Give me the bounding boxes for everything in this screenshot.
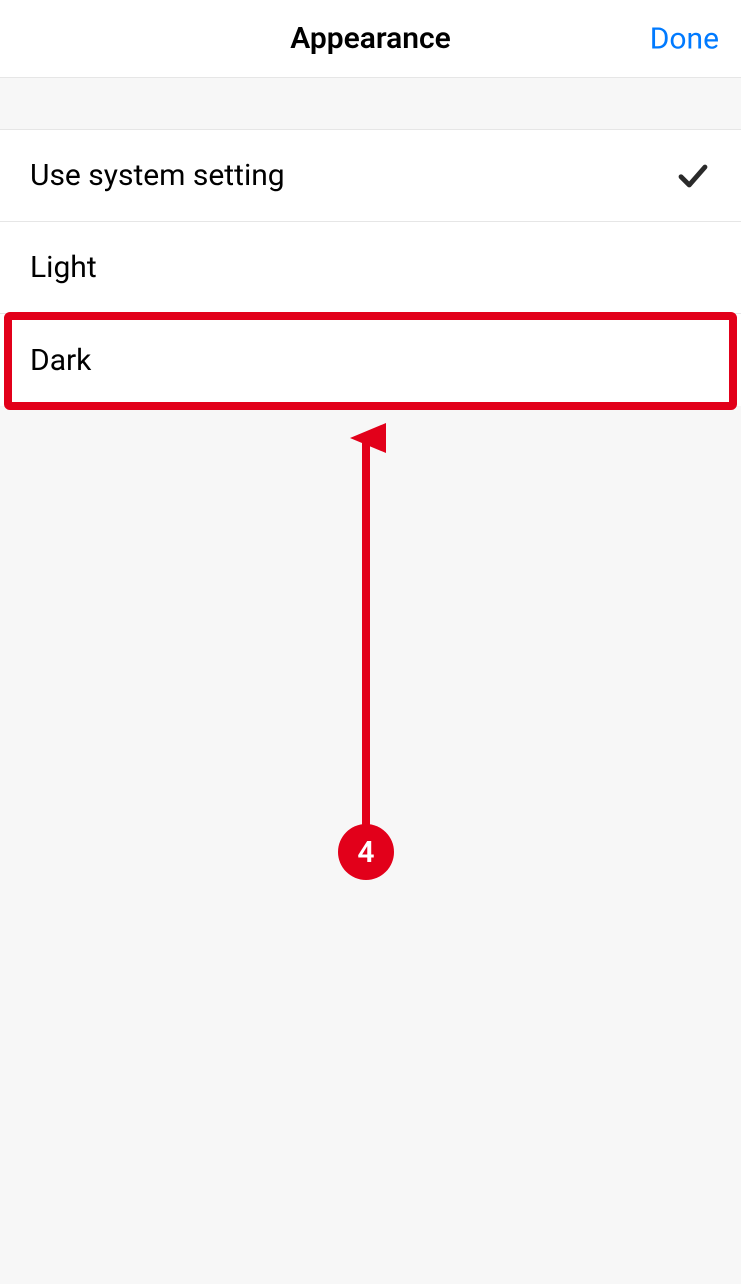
option-light[interactable]: Light bbox=[0, 222, 741, 314]
done-button[interactable]: Done bbox=[650, 21, 719, 56]
annotation-arrow bbox=[346, 418, 386, 838]
checkmark-icon bbox=[675, 158, 711, 194]
option-dark[interactable]: Dark bbox=[0, 314, 741, 406]
annotation-badge: 4 bbox=[338, 824, 394, 880]
option-label: Dark bbox=[30, 343, 91, 378]
header-bar: Appearance Done bbox=[0, 0, 741, 78]
appearance-options: Use system setting Light Dark bbox=[0, 130, 741, 406]
option-label: Light bbox=[30, 250, 97, 285]
option-label: Use system setting bbox=[30, 158, 285, 193]
section-spacer bbox=[0, 78, 741, 130]
annotation-badge-number: 4 bbox=[357, 835, 374, 870]
page-title: Appearance bbox=[290, 21, 451, 56]
option-use-system-setting[interactable]: Use system setting bbox=[0, 130, 741, 222]
